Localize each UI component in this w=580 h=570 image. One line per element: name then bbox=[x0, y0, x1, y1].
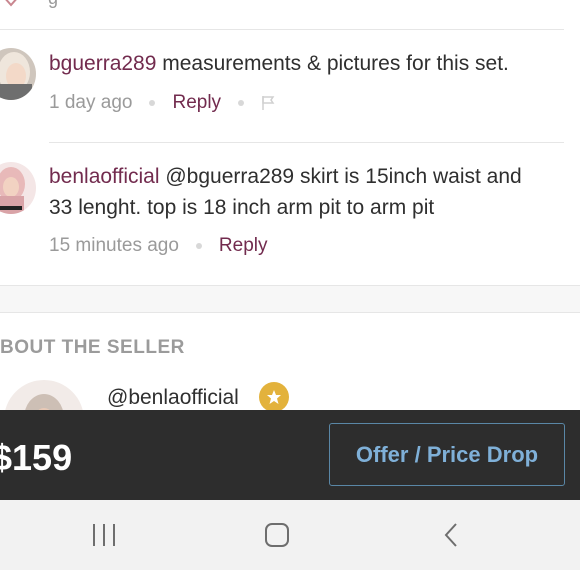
comment-line: 33 lenght. top is 18 inch arm pit to arm… bbox=[49, 196, 435, 219]
back-icon[interactable] bbox=[438, 520, 464, 550]
offer-price-drop-button[interactable]: Offer / Price Drop bbox=[329, 423, 565, 486]
comment-timestamp: 15 minutes ago bbox=[49, 235, 179, 256]
purchase-bar: $159 Offer / Price Drop bbox=[0, 410, 580, 500]
flag-icon[interactable] bbox=[261, 95, 275, 111]
comment-line: benlaofficial @bguerra289 skirt is 15inc… bbox=[49, 161, 579, 192]
avatar[interactable] bbox=[0, 48, 36, 100]
system-nav-bar bbox=[0, 500, 580, 570]
star-icon bbox=[259, 382, 289, 412]
comment-text: bguerra289 measurements & pictures for t… bbox=[49, 48, 569, 79]
divider bbox=[49, 142, 564, 143]
comment-body: @bguerra289 skirt is 15inch waist and bbox=[159, 165, 522, 188]
price-label: $159 bbox=[0, 437, 73, 478]
divider bbox=[0, 29, 564, 30]
seller-handle[interactable]: @benlaofficial bbox=[107, 386, 239, 410]
heart-icon[interactable] bbox=[0, 0, 22, 8]
avatar[interactable] bbox=[0, 162, 36, 214]
separator-dot bbox=[149, 100, 156, 106]
separator-dot bbox=[238, 100, 245, 106]
about-seller-heading: BOUT THE SELLER bbox=[0, 337, 185, 358]
separator-dot bbox=[195, 243, 202, 249]
comment-username[interactable]: benlaofficial bbox=[49, 165, 160, 188]
section-separator bbox=[0, 285, 580, 313]
home-icon[interactable] bbox=[262, 520, 292, 550]
like-count: g bbox=[48, 0, 62, 8]
comment-timestamp: 1 day ago bbox=[49, 92, 133, 113]
reply-button[interactable]: Reply bbox=[172, 92, 221, 114]
comment-body: measurements & pictures for this set. bbox=[156, 52, 509, 75]
comment-username[interactable]: bguerra289 bbox=[49, 52, 156, 75]
recent-apps-button[interactable] bbox=[88, 520, 120, 550]
reply-button[interactable]: Reply bbox=[219, 235, 268, 257]
comment-meta: 1 day ago Reply bbox=[49, 92, 275, 114]
comment-text: benlaofficial @bguerra289 skirt is 15inc… bbox=[49, 161, 579, 223]
comment-meta: 15 minutes ago Reply bbox=[49, 235, 268, 257]
